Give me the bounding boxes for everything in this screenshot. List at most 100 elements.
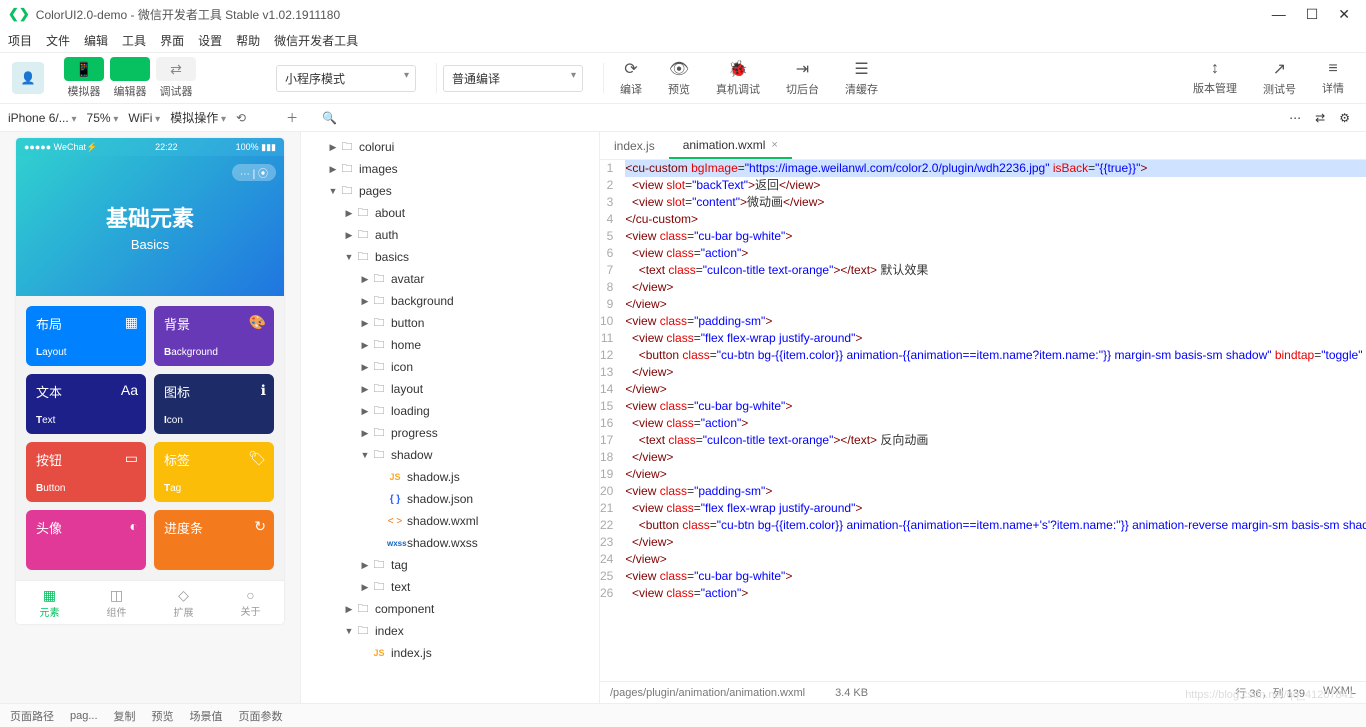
maximize-button[interactable]: ☐: [1306, 6, 1319, 23]
mode-编辑器[interactable]: 编辑器: [110, 57, 150, 99]
mode-模拟器[interactable]: 📱模拟器: [64, 57, 104, 99]
menu-设置[interactable]: 设置: [198, 32, 222, 49]
menu-文件[interactable]: 文件: [46, 32, 70, 49]
code-line-5[interactable]: <view class="cu-bar bg-white">: [625, 228, 1366, 245]
bottom-页面路径[interactable]: 页面路径: [10, 708, 54, 724]
action-切后台[interactable]: ⇥切后台: [776, 59, 829, 97]
code-line-17[interactable]: <text class="cuIcon-title text-orange"><…: [625, 432, 1366, 449]
tree-auth[interactable]: ▶🗀auth: [301, 224, 599, 246]
code-line-11[interactable]: <view class="flex flex-wrap justify-arou…: [625, 330, 1366, 347]
code-line-26[interactable]: <view class="action">: [625, 585, 1366, 602]
tree-pages[interactable]: ▼🗀pages: [301, 180, 599, 202]
compile-mode-select[interactable]: 普通编译: [443, 65, 583, 92]
code-line-12[interactable]: <button class="cu-btn bg-{{item.color}} …: [625, 347, 1366, 364]
code-line-25[interactable]: <view class="cu-bar bg-white">: [625, 568, 1366, 585]
split-icon[interactable]: ⇄: [1315, 111, 1325, 125]
menu-界面[interactable]: 界面: [160, 32, 184, 49]
program-mode-select[interactable]: 小程序模式: [276, 65, 416, 92]
tree-index[interactable]: ▼🗀index: [301, 620, 599, 642]
code-line-8[interactable]: </view>: [625, 279, 1366, 296]
close-tab-icon[interactable]: ×: [771, 139, 777, 151]
tree-images[interactable]: ▶🗀images: [301, 158, 599, 180]
code-line-20[interactable]: <view class="padding-sm">: [625, 483, 1366, 500]
tree-avatar[interactable]: ▶🗀avatar: [301, 268, 599, 290]
add-file-icon[interactable]: ＋: [286, 109, 298, 126]
tree-button[interactable]: ▶🗀button: [301, 312, 599, 334]
code-line-10[interactable]: <view class="padding-sm">: [625, 313, 1366, 330]
menu-项目[interactable]: 项目: [8, 32, 32, 49]
card-tag[interactable]: 标签Tag🏷: [154, 442, 274, 502]
code-area[interactable]: 1234567891011121314151617181920212223242…: [600, 160, 1366, 681]
action-详情[interactable]: ≡详情: [1312, 60, 1354, 96]
code-line-24[interactable]: </view>: [625, 551, 1366, 568]
tree-progress[interactable]: ▶🗀progress: [301, 422, 599, 444]
tree-shadow[interactable]: ▼🗀shadow: [301, 444, 599, 466]
phone-tab-元素[interactable]: ▦元素: [16, 581, 83, 624]
card-icon[interactable]: 图标Iconℹ: [154, 374, 274, 434]
menu-工具[interactable]: 工具: [122, 32, 146, 49]
code-line-15[interactable]: <view class="cu-bar bg-white">: [625, 398, 1366, 415]
tree-home[interactable]: ▶🗀home: [301, 334, 599, 356]
menu-微信开发者工具[interactable]: 微信开发者工具: [274, 32, 358, 49]
action-版本管理[interactable]: ↕版本管理: [1183, 60, 1247, 96]
code-line-1[interactable]: <cu-custom bgImage="https://image.weilan…: [625, 160, 1366, 177]
tree-about[interactable]: ▶🗀about: [301, 202, 599, 224]
tree-colorui[interactable]: ▶🗀colorui: [301, 136, 599, 158]
device-select[interactable]: iPhone 6/...: [8, 111, 77, 125]
bottom-预览[interactable]: 预览: [152, 708, 174, 724]
more-icon[interactable]: ⋯: [1289, 111, 1301, 125]
phone-tab-组件[interactable]: ◫组件: [83, 581, 150, 624]
zoom-select[interactable]: 75%: [87, 111, 119, 125]
phone-tab-关于[interactable]: ○关于: [217, 581, 284, 624]
file-tree[interactable]: ▶🗀colorui▶🗀images▼🗀pages▶🗀about▶🗀auth▼🗀b…: [300, 132, 600, 703]
tree-shadow.wxml[interactable]: < >shadow.wxml: [301, 510, 599, 532]
code-line-2[interactable]: <view slot="backText">返回</view>: [625, 177, 1366, 194]
code-line-7[interactable]: <text class="cuIcon-title text-orange"><…: [625, 262, 1366, 279]
card-[interactable]: 进度条↻: [154, 510, 274, 570]
user-avatar[interactable]: [12, 62, 44, 94]
action-清缓存[interactable]: ☰清缓存: [835, 59, 888, 97]
tree-background[interactable]: ▶🗀background: [301, 290, 599, 312]
action-真机调试[interactable]: 🐞真机调试: [706, 59, 770, 97]
code-line-14[interactable]: </view>: [625, 381, 1366, 398]
card-button[interactable]: 按钮Button▭: [26, 442, 146, 502]
mode-调试器[interactable]: ⇄调试器: [156, 57, 196, 99]
card-[interactable]: 头像◐: [26, 510, 146, 570]
code-line-13[interactable]: </view>: [625, 364, 1366, 381]
tree-text[interactable]: ▶🗀text: [301, 576, 599, 598]
tree-basics[interactable]: ▼🗀basics: [301, 246, 599, 268]
tree-shadow.js[interactable]: JSshadow.js: [301, 466, 599, 488]
search-icon[interactable]: 🔍: [322, 111, 337, 125]
code-line-23[interactable]: </view>: [625, 534, 1366, 551]
bottom-页面参数[interactable]: 页面参数: [239, 708, 283, 724]
tree-component[interactable]: ▶🗀component: [301, 598, 599, 620]
code-line-19[interactable]: </view>: [625, 466, 1366, 483]
settings-icon[interactable]: ⚙: [1339, 111, 1350, 125]
editor-tab-index.js[interactable]: index.js: [600, 132, 669, 159]
tree-shadow.wxss[interactable]: wxssshadow.wxss: [301, 532, 599, 554]
tree-shadow.json[interactable]: { }shadow.json: [301, 488, 599, 510]
code-line-3[interactable]: <view slot="content">微动画</view>: [625, 194, 1366, 211]
simop-select[interactable]: 模拟操作: [170, 109, 226, 126]
code-line-4[interactable]: </cu-custom>: [625, 211, 1366, 228]
rotate-icon[interactable]: ⟲: [236, 111, 246, 125]
bottom-场景值[interactable]: 场景值: [190, 708, 223, 724]
network-select[interactable]: WiFi: [128, 111, 160, 125]
code-line-6[interactable]: <view class="action">: [625, 245, 1366, 262]
tree-tag[interactable]: ▶🗀tag: [301, 554, 599, 576]
close-button[interactable]: ✕: [1338, 6, 1350, 23]
editor-tab-animation.wxml[interactable]: animation.wxml×: [669, 132, 792, 159]
card-background[interactable]: 背景Background🎨: [154, 306, 274, 366]
tree-layout[interactable]: ▶🗀layout: [301, 378, 599, 400]
menu-帮助[interactable]: 帮助: [236, 32, 260, 49]
menu-编辑[interactable]: 编辑: [84, 32, 108, 49]
minimize-button[interactable]: —: [1272, 6, 1286, 23]
tree-loading[interactable]: ▶🗀loading: [301, 400, 599, 422]
code-line-21[interactable]: <view class="flex flex-wrap justify-arou…: [625, 500, 1366, 517]
code-line-22[interactable]: <button class="cu-btn bg-{{item.color}} …: [625, 517, 1366, 534]
code-line-18[interactable]: </view>: [625, 449, 1366, 466]
phone-preview[interactable]: ●●●●● WeChat⚡22:22100% ▮▮▮ ⋯ | ⦿ 基础元素 Ba…: [16, 138, 284, 624]
action-测试号[interactable]: ↗测试号: [1253, 59, 1306, 97]
code-line-16[interactable]: <view class="action">: [625, 415, 1366, 432]
action-预览[interactable]: 👁预览: [658, 59, 700, 97]
